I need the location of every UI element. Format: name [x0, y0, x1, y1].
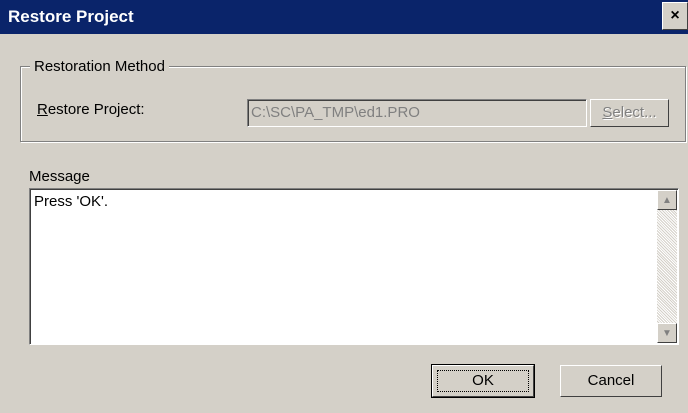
arrow-up-icon: ▲	[662, 194, 672, 206]
select-button[interactable]: Select...	[590, 99, 669, 127]
scroll-up-button[interactable]: ▲	[657, 190, 677, 210]
ok-button[interactable]: OK	[431, 364, 535, 398]
cancel-button[interactable]: Cancel	[560, 365, 662, 397]
message-text: Press 'OK'.	[34, 193, 109, 210]
window-title: Restore Project	[8, 7, 134, 26]
close-button[interactable]: ×	[662, 2, 688, 30]
focus-rectangle	[437, 370, 529, 392]
scroll-down-button[interactable]: ▼	[657, 323, 677, 343]
cancel-label: Cancel	[587, 372, 635, 389]
message-textarea[interactable]: Press 'OK'. ▲ ▼	[29, 188, 679, 345]
group-title: Restoration Method	[30, 58, 169, 75]
message-label: Message	[29, 168, 90, 185]
restore-project-label: Restore Project:	[37, 101, 145, 118]
title-bar[interactable]: Restore Project ×	[0, 0, 688, 34]
vertical-scrollbar[interactable]: ▲ ▼	[657, 190, 677, 343]
restore-path-field[interactable]: C:\SC\PA_TMP\ed1.PRO	[247, 99, 587, 127]
close-icon: ×	[670, 7, 680, 24]
arrow-down-icon: ▼	[662, 327, 672, 339]
